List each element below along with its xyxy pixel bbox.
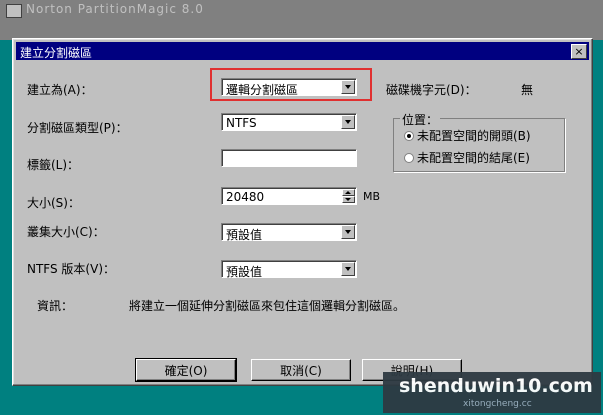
create-partition-dialog: 建立分割磁區 × 建立為(A)： 邏輯分割磁區 磁碟機字元(D)： 無 分割磁區… bbox=[12, 38, 593, 386]
cancel-button[interactable]: 取消(C) bbox=[251, 359, 351, 381]
size-input[interactable]: 20480 bbox=[221, 187, 357, 205]
dialog-titlebar[interactable]: 建立分割磁區 × bbox=[16, 42, 589, 60]
partition-type-dropdown[interactable]: NTFS bbox=[221, 113, 357, 131]
label-input[interactable] bbox=[221, 149, 357, 167]
size-value: 20480 bbox=[226, 190, 265, 204]
site-watermark: shenduwin10.com xitongcheng.cc bbox=[383, 372, 601, 413]
spin-down-icon[interactable] bbox=[342, 196, 355, 203]
partition-type-label: 分割磁區類型(P)： bbox=[27, 121, 128, 135]
highlight-annotation bbox=[210, 68, 372, 101]
radio-unselected-icon bbox=[404, 153, 414, 163]
cluster-size-label: 叢集大小(C)： bbox=[27, 225, 105, 239]
chevron-down-icon[interactable] bbox=[341, 262, 355, 276]
size-label: 大小(S)： bbox=[27, 196, 80, 210]
close-icon: × bbox=[574, 45, 584, 58]
cluster-size-value: 預設值 bbox=[226, 228, 263, 242]
background-window: Norton PartitionMagic 8.0 bbox=[0, 0, 603, 40]
label-field-label: 標籤(L)： bbox=[27, 158, 80, 172]
info-label: 資訊： bbox=[37, 299, 74, 313]
watermark-sub-text: xitongcheng.cc bbox=[463, 399, 532, 409]
ok-button[interactable]: 確定(O) bbox=[135, 358, 237, 382]
drive-letter-label: 磁碟機字元(D)： bbox=[386, 83, 477, 97]
create-as-label: 建立為(A)： bbox=[27, 83, 93, 97]
app-icon bbox=[6, 4, 22, 18]
ntfs-version-value: 預設值 bbox=[226, 265, 263, 279]
partition-type-value: NTFS bbox=[226, 116, 257, 130]
ntfs-version-dropdown[interactable]: 預設值 bbox=[221, 260, 357, 279]
radio-selected-icon bbox=[404, 131, 414, 141]
background-window-title: Norton PartitionMagic 8.0 bbox=[26, 2, 204, 16]
chevron-down-icon[interactable] bbox=[341, 225, 355, 239]
size-spinner[interactable] bbox=[342, 189, 355, 203]
close-button[interactable]: × bbox=[571, 44, 587, 59]
ntfs-version-label: NTFS 版本(V)： bbox=[27, 262, 116, 276]
position-group-title: 位置： bbox=[400, 111, 441, 128]
watermark-main-text: shenduwin10.com bbox=[399, 375, 593, 397]
info-text: 將建立一個延伸分割磁區來包住這個邏輯分割磁區。 bbox=[129, 299, 406, 313]
cluster-size-dropdown[interactable]: 預設值 bbox=[221, 223, 357, 242]
drive-letter-value: 無 bbox=[521, 83, 534, 97]
chevron-down-icon[interactable] bbox=[341, 115, 355, 129]
position-groupbox: 位置： 未配置空間的開頭(B) 未配置空間的結尾(E) bbox=[393, 111, 565, 172]
size-unit: MB bbox=[363, 190, 381, 203]
position-end-radio[interactable]: 未配置空間的結尾(E) bbox=[404, 149, 530, 166]
spin-up-icon[interactable] bbox=[342, 189, 355, 196]
position-start-radio[interactable]: 未配置空間的開頭(B) bbox=[404, 127, 531, 144]
dialog-title: 建立分割磁區 bbox=[20, 46, 93, 60]
